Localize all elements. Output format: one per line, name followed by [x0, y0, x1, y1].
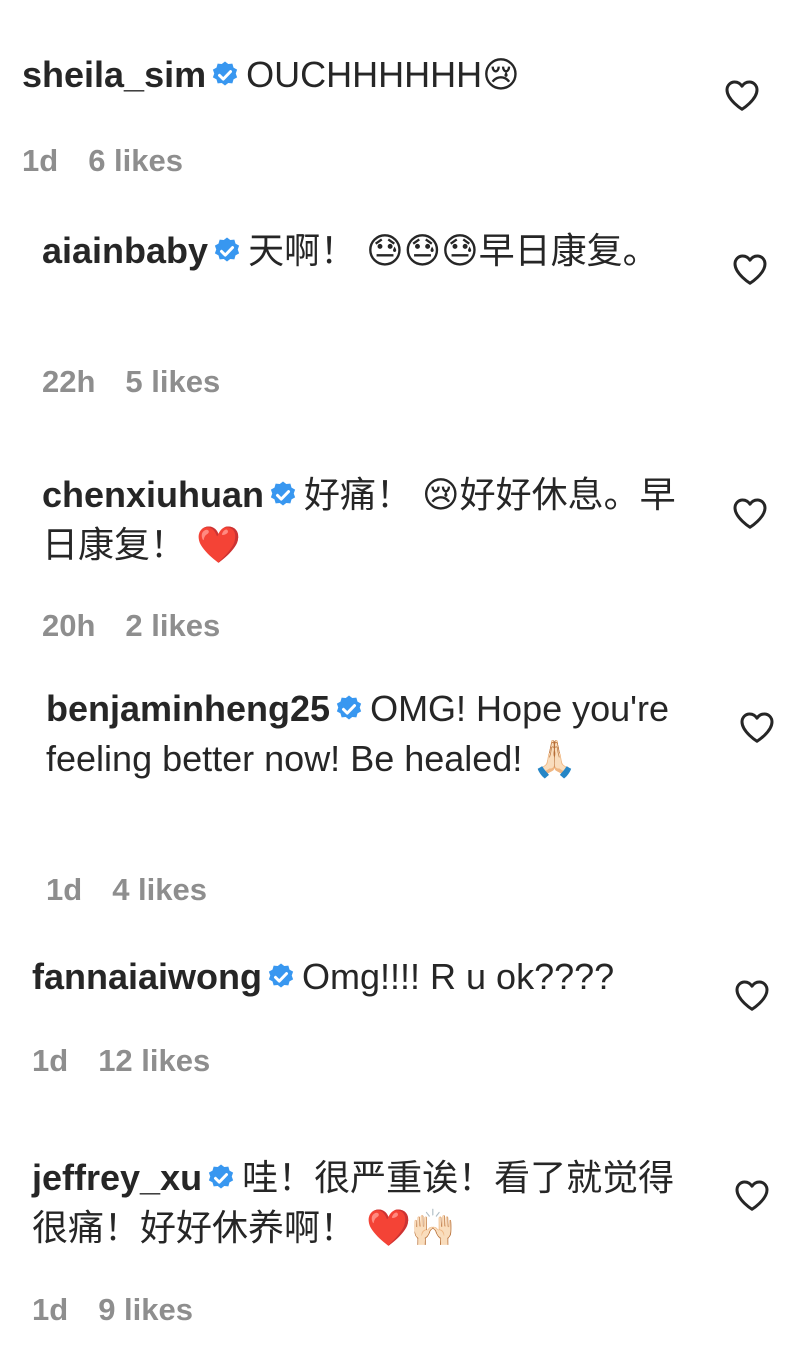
comment-text: Omg!!!! R u ok???? [302, 956, 615, 997]
heart-outline-icon[interactable] [732, 252, 768, 286]
comment-body: chenxiuhuan 好痛！ 😢好好休息。早日康复！ ❤️ [42, 470, 682, 570]
heart-outline-icon[interactable] [739, 710, 775, 744]
comment-username[interactable]: benjaminheng25 [46, 688, 330, 729]
heart-outline-icon[interactable] [734, 1178, 770, 1212]
comment-body: sheila_sim OUCHHHHHH😢 [22, 50, 702, 100]
heart-outline-icon[interactable] [732, 496, 768, 530]
comment-meta: 1d 12 likes [32, 1043, 240, 1079]
verified-badge-icon [208, 1164, 234, 1189]
comment-likes[interactable]: 6 likes [88, 143, 183, 178]
heart-outline-icon[interactable] [734, 978, 770, 1012]
comment-body: jeffrey_xu 哇！很严重诶！看了就觉得很痛！好好休养啊！ ❤️🙌🏻 [32, 1153, 692, 1253]
comment-age: 1d [22, 143, 59, 178]
comment-likes[interactable]: 5 likes [125, 364, 220, 399]
comment-likes[interactable]: 2 likes [125, 608, 220, 643]
comment-username[interactable]: jeffrey_xu [32, 1157, 202, 1198]
comment-username[interactable]: aiainbaby [42, 230, 208, 271]
comment-body: aiainbaby 天啊！ 😓😓😓早日康复。 [42, 226, 682, 276]
comment-meta: 1d 4 likes [46, 872, 237, 908]
comment-meta: 1d 9 likes [32, 1292, 223, 1328]
verified-badge-icon [268, 963, 294, 988]
comment-body: fannaiaiwong Omg!!!! R u ok???? [32, 952, 712, 1002]
comment-age: 1d [46, 872, 83, 907]
verified-badge-icon [336, 695, 362, 720]
comment-age: 1d [32, 1043, 69, 1078]
comment-text: 天啊！ 😓😓😓早日康复。 [248, 230, 659, 271]
comment-meta: 20h 2 likes [42, 608, 250, 644]
comment-username[interactable]: sheila_sim [22, 54, 206, 95]
comment-username[interactable]: fannaiaiwong [32, 956, 262, 997]
comment-body: benjaminheng25 OMG! Hope you're feeling b… [46, 684, 696, 784]
verified-badge-icon [213, 61, 238, 86]
comment-meta: 1d 6 likes [22, 143, 213, 179]
verified-badge-icon [270, 481, 296, 506]
heart-outline-icon[interactable] [724, 78, 760, 112]
comment-age: 20h [42, 608, 96, 643]
comment-text: OUCHHHHHH😢 [246, 54, 520, 95]
comment-age: 1d [32, 1292, 69, 1327]
comment-likes[interactable]: 12 likes [98, 1043, 210, 1078]
comment-age: 22h [42, 364, 96, 399]
comment-meta: 22h 5 likes [42, 364, 250, 400]
comment-likes[interactable]: 4 likes [112, 872, 207, 907]
verified-badge-icon [214, 237, 240, 262]
comment-likes[interactable]: 9 likes [98, 1292, 193, 1327]
comment-username[interactable]: chenxiuhuan [42, 474, 264, 515]
